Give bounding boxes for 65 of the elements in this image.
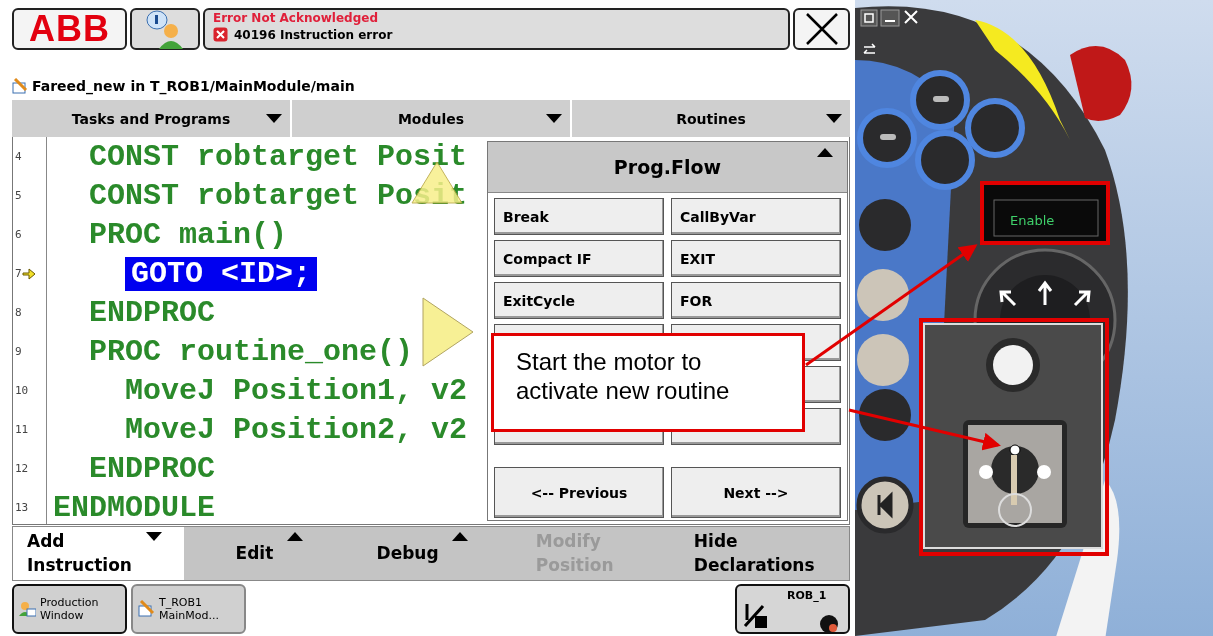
command-button[interactable]: Debug: [325, 527, 490, 580]
line-number: 6: [15, 228, 22, 241]
document-title: Fareed_new in T_ROB1/MainModule/main: [32, 78, 355, 94]
command-button[interactable]: Edit: [183, 527, 326, 580]
code-line[interactable]: PROC routine_one(): [47, 334, 414, 369]
logo-button[interactable]: ABB: [12, 8, 127, 50]
operator-window-icon: [19, 602, 36, 617]
instruction-button[interactable]: FOR: [671, 282, 841, 319]
dropdown-caret-icon: [266, 114, 282, 123]
code-line[interactable]: ENDPROC: [47, 295, 216, 330]
line-number: 10: [15, 384, 29, 397]
line-number: 9: [15, 345, 22, 358]
program-pointer-icon: [21, 267, 36, 280]
dropdown-caret-icon: [546, 114, 562, 123]
line-number: 5: [15, 189, 22, 202]
panel-title: Prog.Flow: [613, 156, 722, 178]
code-line[interactable]: ENDMODULE: [47, 490, 216, 525]
menu-caret-icon: [145, 532, 162, 541]
status-bar[interactable]: Error Not Acknowledged 40196 Instruction error: [203, 8, 790, 50]
taskbar-button[interactable]: Production Window: [12, 584, 127, 634]
event-log-button[interactable]: [130, 8, 200, 50]
line-number: 12: [15, 462, 29, 475]
dropdown-caret-icon: [826, 114, 842, 123]
increment-icon: [743, 602, 767, 628]
taskbar-button[interactable]: T_ROB1 MainMod...: [131, 584, 246, 634]
program-editor-icon: [12, 78, 28, 94]
annotation-tooltip: Start the motor to activate new routine: [491, 333, 805, 432]
instruction-button[interactable]: Compact IF: [494, 240, 664, 277]
menu-caret-icon: [287, 532, 304, 541]
instruction-button[interactable]: Break: [494, 198, 664, 235]
menu-caret-icon: [451, 532, 468, 541]
line-number: 7: [15, 267, 22, 280]
collapse-caret-icon: [817, 148, 833, 157]
code-line[interactable]: MoveJ Position2, v2: [47, 412, 468, 447]
line-number: 13: [15, 501, 29, 514]
program-editor-icon: [138, 600, 155, 617]
enable-label: Enable: [1010, 213, 1055, 228]
menu-dropdown[interactable]: Modules: [292, 100, 570, 137]
play-triangle-icon: [422, 297, 474, 367]
code-line[interactable]: CONST robtarget Posit: [47, 178, 468, 213]
quickset-button[interactable]: ROB_1: [735, 584, 850, 634]
instruction-button[interactable]: CallByVar: [671, 198, 841, 235]
previous-button[interactable]: <-- Previous: [494, 467, 664, 518]
alert-message: 40196 Instruction error: [234, 27, 393, 42]
line-number: 4: [15, 150, 22, 163]
menu-dropdown[interactable]: Tasks and Programs: [12, 100, 290, 137]
error-icon: [213, 27, 228, 42]
code-line[interactable]: ENDPROC: [47, 451, 216, 486]
robot-status-icon: [820, 615, 838, 632]
instruction-button[interactable]: ExitCycle: [494, 282, 664, 319]
instruction-button[interactable]: EXIT: [671, 240, 841, 277]
alert-title: Error Not Acknowledged: [213, 11, 379, 25]
command-button[interactable]: Add Instruction: [13, 527, 184, 580]
code-line[interactable]: MoveJ Position1, v2: [47, 373, 468, 408]
menu-dropdown[interactable]: Routines: [572, 100, 850, 137]
line-number: 8: [15, 306, 22, 319]
window-controls: [860, 9, 918, 54]
line-number: 11: [15, 423, 29, 436]
command-button[interactable]: Hide Declarations: [659, 527, 849, 580]
close-button[interactable]: [793, 8, 850, 50]
next-button[interactable]: Next -->: [671, 467, 841, 518]
operator-info-icon: [146, 10, 183, 49]
code-line[interactable]: PROC main(): [47, 217, 288, 252]
close-icon: [803, 11, 840, 47]
code-line[interactable]: CONST robtarget Posit: [47, 139, 468, 174]
